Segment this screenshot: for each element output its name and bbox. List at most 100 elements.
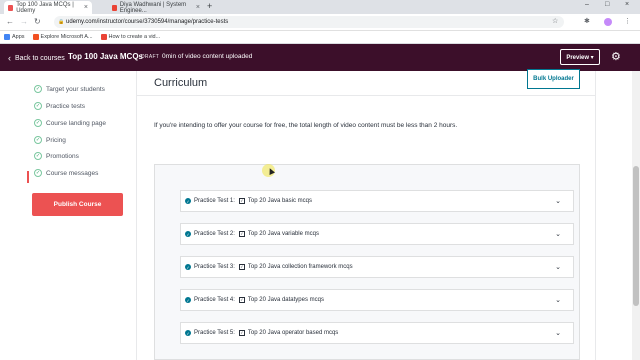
- bulk-uploader-button[interactable]: Bulk Uploader: [527, 69, 580, 89]
- avatar[interactable]: [604, 18, 612, 26]
- sidebar-item-label: Practice tests: [46, 102, 86, 110]
- practice-test-prefix: Practice Test 2:: [194, 231, 235, 237]
- back-to-courses-link[interactable]: ‹ Back to courses: [8, 53, 65, 63]
- close-tab-icon[interactable]: ×: [84, 4, 88, 11]
- bookmark-label: How to create a vid...: [108, 34, 161, 40]
- chevron-down-icon[interactable]: ⌄: [555, 329, 561, 337]
- close-window-icon[interactable]: ×: [625, 1, 629, 8]
- udemy-favicon-icon: [8, 4, 14, 11]
- bookmark-apps[interactable]: Apps: [4, 34, 25, 40]
- practice-test-name: Top 20 Java collection framework mcqs: [247, 264, 353, 270]
- active-indicator: [27, 171, 29, 183]
- checklist-icon: ✓: [238, 231, 245, 237]
- mouse-cursor-highlight: [262, 164, 275, 177]
- checklist-icon: ✓: [238, 264, 245, 270]
- divider: [137, 95, 595, 96]
- sidebar-item-promotions[interactable]: ✓ Promotions: [34, 152, 79, 160]
- browser-tab-udemy[interactable]: Top 100 Java MCQs | Udemy ×: [4, 1, 92, 14]
- close-tab-icon[interactable]: ×: [196, 4, 200, 11]
- preview-button[interactable]: Preview ▾: [560, 49, 600, 65]
- practice-test-prefix: Practice Test 3:: [194, 264, 235, 270]
- bookmark-video[interactable]: How to create a vid...: [100, 34, 161, 40]
- practice-test-name: Top 20 Java datatypes mcqs: [247, 297, 324, 303]
- chevron-down-icon[interactable]: ⌄: [555, 263, 561, 271]
- sidebar-item-label: Pricing: [46, 136, 66, 144]
- new-tab-button[interactable]: +: [207, 1, 212, 11]
- sidebar-item-landing-page[interactable]: ✓ Course landing page: [34, 119, 106, 127]
- sidebar: ✓ Target your students ✓ Practice tests …: [0, 71, 136, 360]
- free-course-notice: If you're intending to offer your course…: [154, 122, 458, 129]
- practice-test-prefix: Practice Test 1:: [194, 198, 235, 204]
- publish-course-button[interactable]: Publish Course: [32, 193, 123, 216]
- youtube-icon: [100, 34, 107, 40]
- check-circle-icon: ✓: [185, 330, 191, 336]
- bookmark-microsoft[interactable]: Explore Microsoft A...: [32, 34, 93, 40]
- practice-test-item[interactable]: ✓ Practice Test 1: ✓ Top 20 Java basic m…: [180, 190, 574, 212]
- check-circle-icon: ✓: [34, 102, 42, 110]
- chevron-left-icon: ‹: [8, 53, 11, 63]
- chevron-down-icon[interactable]: ⌄: [555, 197, 561, 205]
- checklist-icon: ✓: [238, 198, 245, 204]
- course-manage-header: ‹ Back to courses Top 100 Java MCQs DRAF…: [0, 44, 640, 71]
- minimize-icon[interactable]: –: [585, 1, 589, 8]
- sidebar-item-label: Target your students: [46, 85, 105, 93]
- chevron-down-icon[interactable]: ⌄: [555, 296, 561, 304]
- microsoft-icon: [32, 34, 39, 40]
- back-label: Back to courses: [15, 54, 65, 62]
- course-title: Top 100 Java MCQs: [68, 52, 143, 61]
- bookmark-label: Explore Microsoft A...: [40, 34, 93, 40]
- curriculum-list: ✓ Practice Test 1: ✓ Top 20 Java basic m…: [154, 164, 580, 360]
- check-circle-icon: ✓: [185, 198, 191, 204]
- practice-test-name: Top 20 Java variable mcqs: [247, 231, 319, 237]
- lock-icon: 🔒: [58, 19, 65, 25]
- maximize-icon[interactable]: □: [605, 1, 609, 8]
- back-icon[interactable]: ←: [6, 17, 14, 26]
- check-circle-icon: ✓: [185, 231, 191, 237]
- sidebar-item-label: Course messages: [46, 169, 99, 177]
- practice-test-item[interactable]: ✓ Practice Test 3: ✓ Top 20 Java collect…: [180, 256, 574, 278]
- check-circle-icon: ✓: [34, 169, 42, 177]
- extensions-icon[interactable]: ✱: [584, 17, 590, 25]
- browser-tab-bar: Top 100 Java MCQs | Udemy × Diya Wadhwan…: [0, 0, 640, 14]
- sidebar-item-course-messages[interactable]: ✓ Course messages: [34, 169, 98, 177]
- video-content-info: 0min of video content uploaded: [162, 53, 253, 60]
- tab-title: Diya Wadhwani | System Enginee...: [119, 1, 187, 14]
- reload-icon[interactable]: ↻: [34, 17, 41, 26]
- cursor-pointer-icon: [267, 167, 275, 175]
- menu-icon[interactable]: ⋮: [624, 17, 631, 25]
- browser-tab-profile[interactable]: Diya Wadhwani | System Enginee... ×: [108, 1, 204, 14]
- chevron-down-icon[interactable]: ⌄: [555, 230, 561, 238]
- check-circle-icon: ✓: [34, 136, 42, 144]
- status-badge: DRAFT: [141, 54, 160, 60]
- forward-icon[interactable]: →: [20, 17, 28, 26]
- practice-test-item[interactable]: ✓ Practice Test 2: ✓ Top 20 Java variabl…: [180, 223, 574, 245]
- sidebar-item-practice-tests[interactable]: ✓ Practice tests: [34, 102, 85, 110]
- check-circle-icon: ✓: [185, 264, 191, 270]
- url-input[interactable]: 🔒 udemy.com/instructor/course/3730594/ma…: [54, 16, 564, 28]
- practice-test-item[interactable]: ✓ Practice Test 4: ✓ Top 20 Java datatyp…: [180, 289, 574, 311]
- sidebar-item-label: Course landing page: [46, 119, 106, 127]
- url-text: udemy.com/instructor/course/3730594/mana…: [66, 19, 229, 25]
- curriculum-panel: Curriculum Bulk Uploader If you're inten…: [136, 69, 596, 360]
- checklist-icon: ✓: [238, 330, 245, 336]
- scrollbar-thumb[interactable]: [633, 166, 639, 306]
- checklist-icon: ✓: [238, 297, 245, 303]
- page-title: Curriculum: [154, 77, 208, 89]
- practice-test-name: Top 20 Java basic mcqs: [247, 198, 312, 204]
- gear-icon[interactable]: ⚙: [611, 50, 621, 63]
- check-circle-icon: ✓: [34, 152, 42, 160]
- sidebar-item-label: Promotions: [46, 152, 79, 160]
- gmail-favicon-icon: [112, 4, 117, 11]
- practice-test-prefix: Practice Test 5:: [194, 330, 235, 336]
- bookmark-star-icon[interactable]: ☆: [552, 17, 558, 25]
- sidebar-item-target-students[interactable]: ✓ Target your students: [34, 85, 105, 93]
- check-circle-icon: ✓: [34, 119, 42, 127]
- tab-title: Top 100 Java MCQs | Udemy: [16, 1, 74, 14]
- bookmarks-bar: Apps Explore Microsoft A... How to creat…: [0, 31, 640, 44]
- sidebar-item-pricing[interactable]: ✓ Pricing: [34, 136, 66, 144]
- practice-test-name: Top 20 Java operator based mcqs: [247, 330, 339, 336]
- apps-grid-icon: [4, 34, 10, 40]
- page-scrollbar[interactable]: [632, 71, 640, 360]
- address-bar-row: ← → ↻ 🔒 udemy.com/instructor/course/3730…: [0, 14, 640, 31]
- practice-test-item[interactable]: ✓ Practice Test 5: ✓ Top 20 Java operato…: [180, 322, 574, 344]
